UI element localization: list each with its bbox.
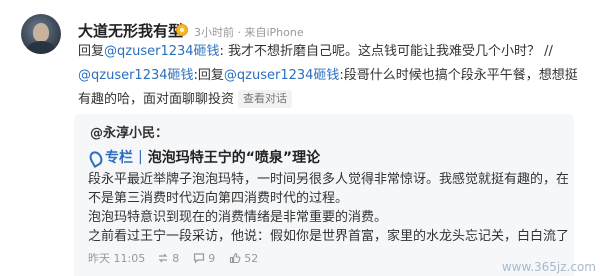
username[interactable]: 大道无形我有型 xyxy=(78,20,183,41)
excerpt-line: 不是第三消费时代迈向第四消费时代的过程。 xyxy=(88,191,349,206)
like-count: 52 xyxy=(244,251,259,265)
mention-link[interactable]: @qzuser1234砸钱 xyxy=(78,68,194,83)
excerpt-line: 段永平最近举牌子泡泡玛特，一时间另很多人觉得非常惊讶。我感觉就挺有趣的，在想是 xyxy=(88,172,568,187)
like-icon xyxy=(230,252,241,264)
column-icon xyxy=(88,150,102,164)
article-title[interactable]: 泡泡玛特王宁的“喷泉”理论 xyxy=(148,147,320,167)
mention-link[interactable]: @qzuser1234砸钱 xyxy=(224,68,340,83)
reply-segment: : 我才不想折磨自己呢。这点钱可能让我难受几个小时？ // xyxy=(219,44,553,59)
quoted-post-card[interactable]: @永淳小民： 专栏 | 泡泡玛特王宁的“喷泉”理论 段永平最近举牌子泡泡玛特，一… xyxy=(74,114,574,276)
repost-count: 8 xyxy=(172,251,180,265)
comment-button[interactable]: 9 xyxy=(193,252,215,265)
comment-count: 9 xyxy=(208,251,216,265)
vip-badge-icon xyxy=(176,24,188,36)
reply-segment: :回复 xyxy=(193,68,224,83)
excerpt-line: 之前看过王宁一段采访，他说：假如你是世界首富，家里的水龙头忘记关，白白流了一..… xyxy=(88,229,568,244)
watermark: www.365jz.com xyxy=(501,260,596,274)
article-header[interactable]: 专栏 | 泡泡玛特王宁的“喷泉”理论 xyxy=(88,148,320,166)
quoted-footer: 昨天 11:05 8 9 52 xyxy=(88,250,272,266)
quoted-author[interactable]: @永淳小民： xyxy=(90,122,168,141)
comment-icon xyxy=(194,253,205,264)
repost-button[interactable]: 8 xyxy=(157,252,179,265)
avatar-face xyxy=(33,23,49,42)
repost-icon xyxy=(158,253,168,263)
avatar[interactable] xyxy=(21,14,61,54)
avatar-body xyxy=(27,41,55,54)
view-conversation-button[interactable]: 查看对话 xyxy=(238,90,293,108)
article-excerpt: 段永平最近举牌子泡泡玛特，一时间另很多人觉得非常惊讶。我感觉就挺有趣的，在想是 … xyxy=(88,170,568,246)
quoted-time: 昨天 11:05 xyxy=(88,252,146,265)
like-button[interactable]: 52 xyxy=(229,252,258,265)
excerpt-line: 泡泡玛特意识到现在的消费情绪是非常重要的消费。 xyxy=(88,210,388,225)
post-meta: 3小时前 · 来自iPhone xyxy=(194,26,304,39)
mention-link[interactable]: @qzuser1234砸钱 xyxy=(104,44,220,59)
column-divider: | xyxy=(138,149,143,165)
column-label[interactable]: 专栏 xyxy=(105,147,133,167)
reply-text: 回复@qzuser1234砸钱: 我才不想折磨自己呢。这点钱可能让我难受几个小时… xyxy=(78,40,590,112)
reply-prefix: 回复 xyxy=(78,44,105,59)
